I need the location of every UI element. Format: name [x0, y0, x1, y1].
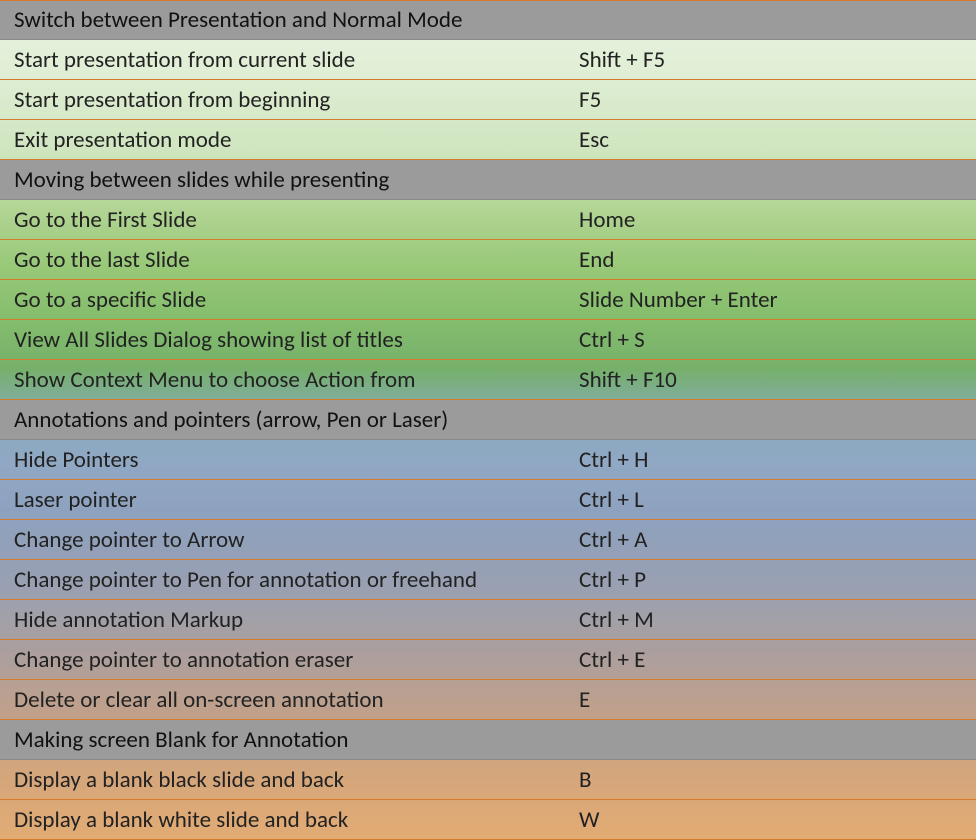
table-row: Display a blank white slide and back W	[0, 800, 976, 840]
shortcut-keys: Ctrl + H	[575, 442, 976, 478]
shortcut-keys: Shift + F5	[575, 42, 976, 78]
shortcut-keys: Ctrl + S	[575, 322, 976, 358]
shortcut-description: Hide annotation Markup	[0, 602, 575, 638]
table-row: Delete or clear all on-screen annotation…	[0, 680, 976, 720]
shortcut-keys: Shift + F10	[575, 362, 976, 398]
shortcut-description: Start presentation from current slide	[0, 42, 575, 78]
shortcut-description: Go to the last Slide	[0, 242, 575, 278]
shortcut-description: Change pointer to annotation eraser	[0, 642, 575, 678]
section-header-spacer	[575, 416, 976, 424]
table-row: Change pointer to Pen for annotation or …	[0, 560, 976, 600]
shortcut-keys: W	[575, 802, 976, 838]
shortcut-description: Go to a specific Slide	[0, 282, 575, 318]
table-row: Start presentation from beginning F5	[0, 80, 976, 120]
shortcut-description: Hide Pointers	[0, 442, 575, 478]
table-row: Go to the last Slide End	[0, 240, 976, 280]
table-row: Change pointer to Arrow Ctrl + A	[0, 520, 976, 560]
section-title: Annotations and pointers (arrow, Pen or …	[0, 402, 575, 438]
shortcut-table: Switch between Presentation and Normal M…	[0, 0, 976, 840]
shortcut-keys: Ctrl + A	[575, 522, 976, 558]
table-row: Hide Pointers Ctrl + H	[0, 440, 976, 480]
shortcut-description: Display a blank white slide and back	[0, 802, 575, 838]
section-header: Switch between Presentation and Normal M…	[0, 0, 976, 40]
shortcut-keys: Ctrl + L	[575, 482, 976, 518]
table-row: View All Slides Dialog showing list of t…	[0, 320, 976, 360]
shortcut-keys: B	[575, 762, 976, 798]
section-header-spacer	[575, 176, 976, 184]
shortcut-keys: Home	[575, 202, 976, 238]
table-row: Hide annotation Markup Ctrl + M	[0, 600, 976, 640]
shortcut-keys: E	[575, 682, 976, 718]
shortcut-description: Show Context Menu to choose Action from	[0, 362, 575, 398]
section-title: Making screen Blank for Annotation	[0, 722, 575, 758]
shortcut-keys: Ctrl + P	[575, 562, 976, 598]
shortcut-keys: End	[575, 242, 976, 278]
section-header-spacer	[575, 736, 976, 744]
shortcut-description: Exit presentation mode	[0, 122, 575, 158]
table-row: Display a blank black slide and back B	[0, 760, 976, 800]
section-header: Moving between slides while presenting	[0, 160, 976, 200]
table-row: Show Context Menu to choose Action from …	[0, 360, 976, 400]
table-row: Change pointer to annotation eraser Ctrl…	[0, 640, 976, 680]
shortcut-description: Change pointer to Pen for annotation or …	[0, 562, 575, 598]
table-row: Laser pointer Ctrl + L	[0, 480, 976, 520]
shortcut-keys: Slide Number + Enter	[575, 282, 976, 318]
shortcut-description: Go to the First Slide	[0, 202, 575, 238]
table-row: Go to the First Slide Home	[0, 200, 976, 240]
table-row: Go to a specific Slide Slide Number + En…	[0, 280, 976, 320]
table-row: Start presentation from current slide Sh…	[0, 40, 976, 80]
shortcut-description: Delete or clear all on-screen annotation	[0, 682, 575, 718]
section-header-spacer	[575, 16, 976, 24]
section-header: Making screen Blank for Annotation	[0, 720, 976, 760]
shortcut-keys: Ctrl + M	[575, 602, 976, 638]
section-title: Switch between Presentation and Normal M…	[0, 2, 575, 38]
section-header: Annotations and pointers (arrow, Pen or …	[0, 400, 976, 440]
shortcut-description: Laser pointer	[0, 482, 575, 518]
shortcut-description: Display a blank black slide and back	[0, 762, 575, 798]
table-row: Exit presentation mode Esc	[0, 120, 976, 160]
shortcut-keys: Esc	[575, 122, 976, 158]
shortcut-keys: F5	[575, 82, 976, 118]
shortcut-description: View All Slides Dialog showing list of t…	[0, 322, 575, 358]
shortcut-description: Start presentation from beginning	[0, 82, 575, 118]
shortcut-description: Change pointer to Arrow	[0, 522, 575, 558]
shortcut-keys: Ctrl + E	[575, 642, 976, 678]
section-title: Moving between slides while presenting	[0, 162, 575, 198]
